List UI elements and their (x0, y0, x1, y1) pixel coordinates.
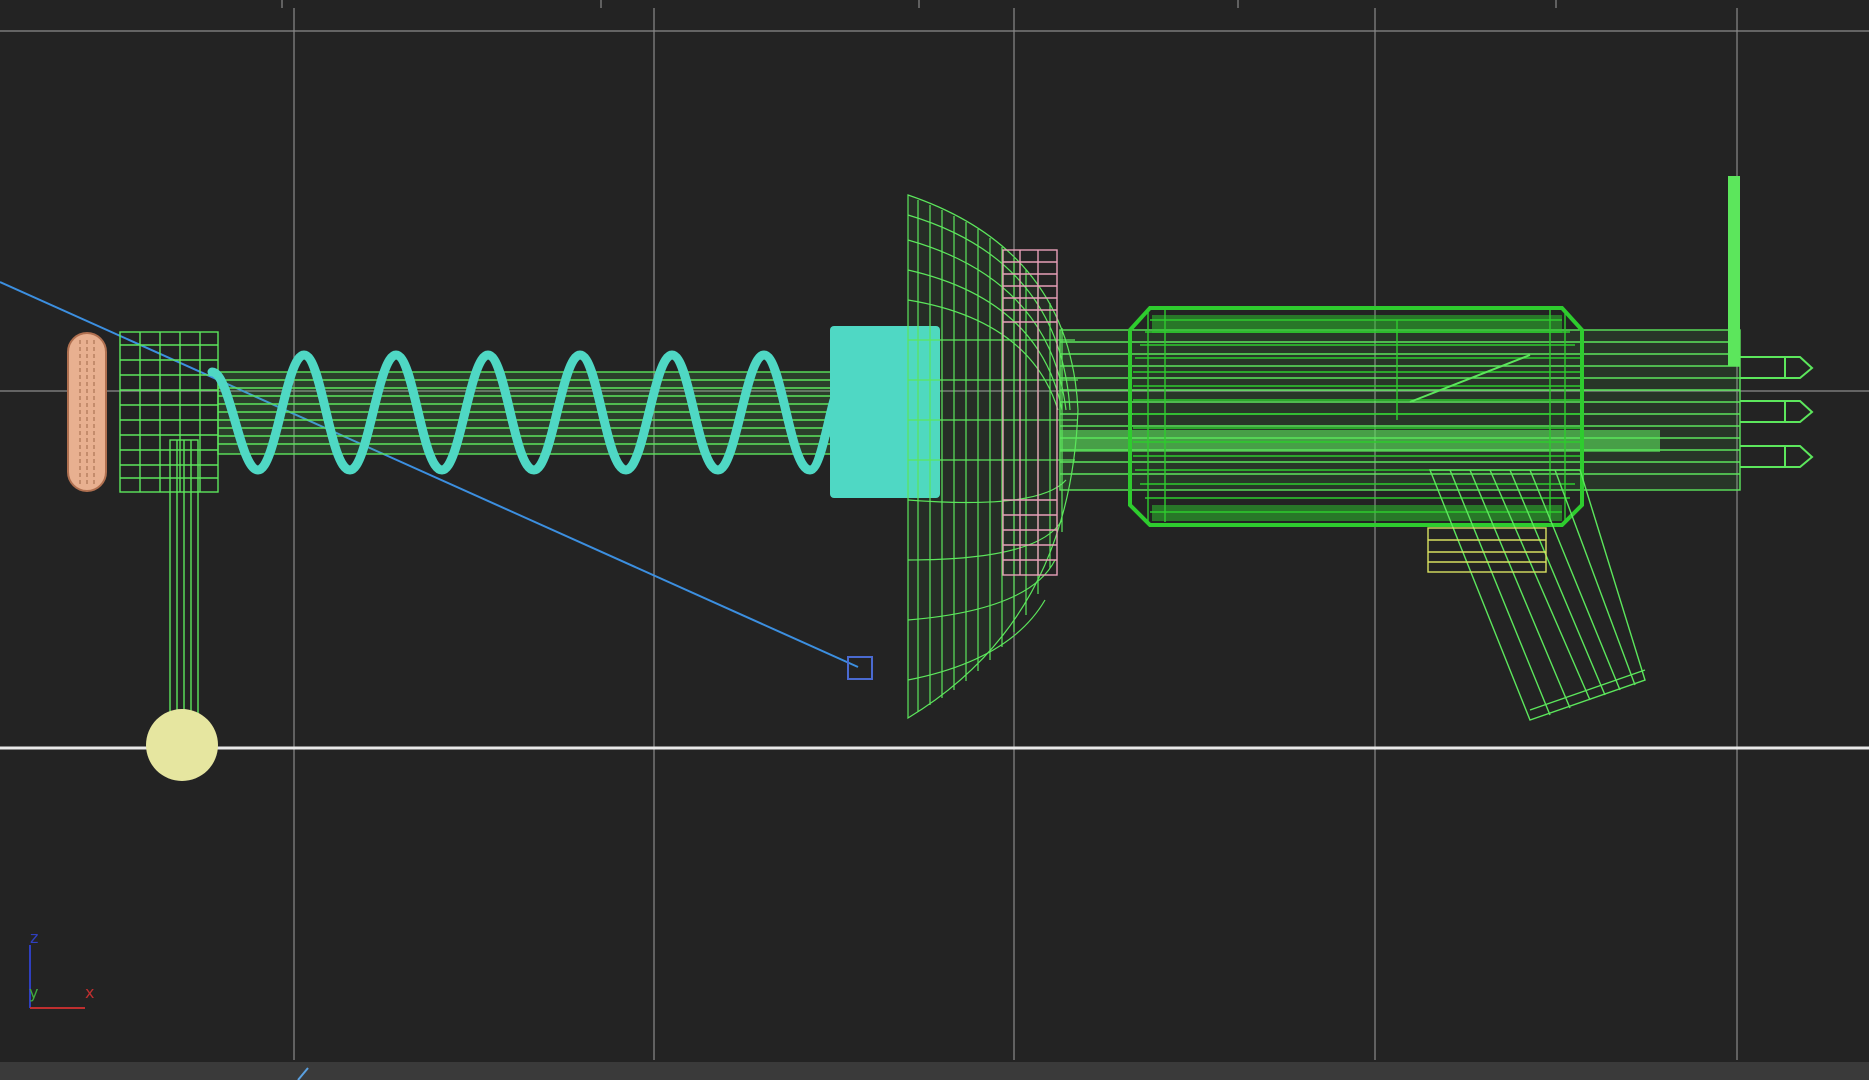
target-line (0, 281, 859, 668)
handle-ball[interactable] (146, 709, 218, 781)
viewport-scene[interactable]: z y x (0, 0, 1869, 1080)
x-axis-label: x (85, 983, 94, 1002)
trigger-object[interactable] (1427, 527, 1547, 573)
handle-object[interactable] (119, 331, 219, 719)
barrel-tips[interactable] (1740, 356, 1814, 468)
target-box[interactable] (847, 656, 873, 680)
front-sight[interactable] (1728, 176, 1740, 366)
perspective-viewport[interactable]: z y x (0, 0, 1869, 1080)
axis-gizmo: z y x (29, 928, 94, 1009)
viewport-bottom-strip (0, 1062, 1869, 1080)
end-cap-object[interactable] (67, 332, 107, 492)
z-axis-label: z (30, 928, 38, 947)
barrel-rods[interactable] (1059, 329, 1741, 491)
y-axis-label: y (29, 983, 38, 1002)
